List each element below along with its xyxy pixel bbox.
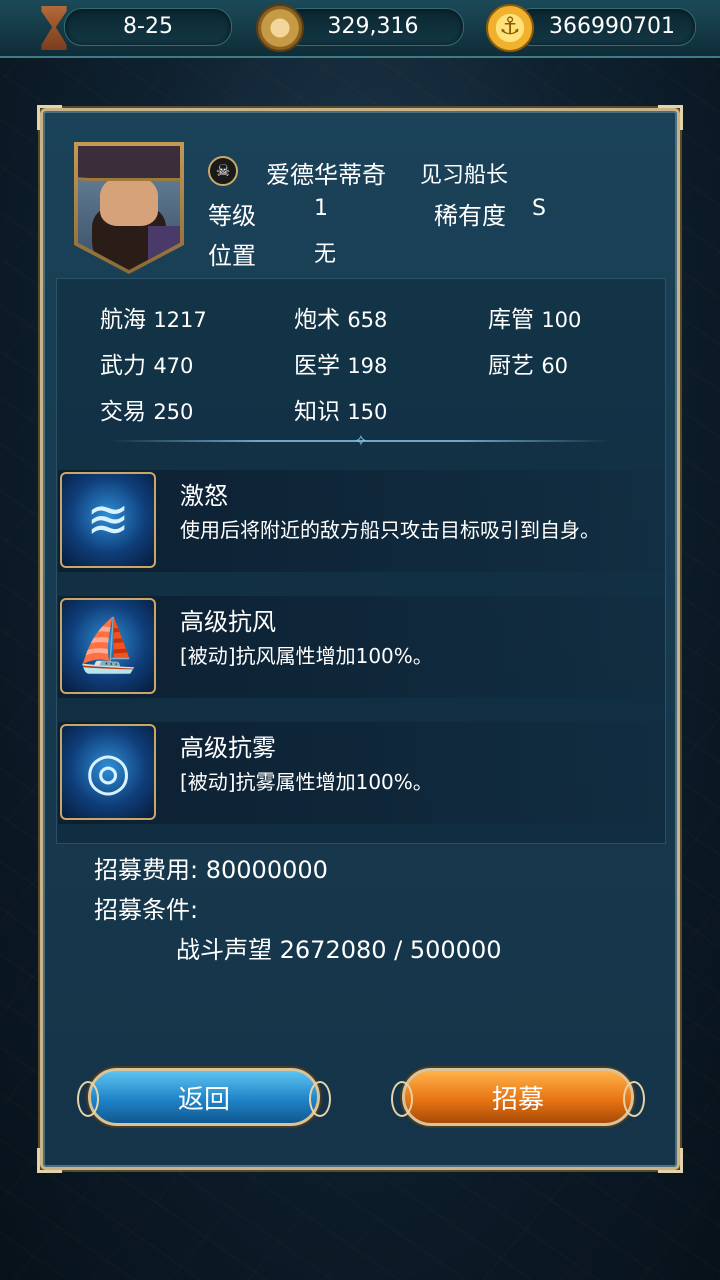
skill-name: 高级抗风 <box>180 608 276 636</box>
stat-label: 炮术 <box>294 307 340 333</box>
button-wing-ornament <box>623 1081 645 1117</box>
day-value: 8-25 <box>123 14 173 39</box>
anchor-coin-icon[interactable]: ⚓ <box>486 4 534 52</box>
skill-glyph: ⛵ <box>75 616 141 676</box>
gold-value: 366990701 <box>549 14 675 39</box>
stat-storage: 库管 100 <box>488 300 581 334</box>
button-wing-ornament <box>391 1081 413 1117</box>
stat-label: 库管 <box>488 307 534 333</box>
recruit-button[interactable]: 招募 <box>391 1068 645 1126</box>
stat-value: 1217 <box>153 308 207 332</box>
recruit-button-label: 招募 <box>491 1085 544 1115</box>
skill-description: 使用后将附近的敌方船只攻击目标吸引到自身。 <box>180 518 600 542</box>
recruit-requirement: 战斗声望 2672080 / 500000 <box>176 930 502 965</box>
portrait-hat <box>78 146 180 181</box>
recruit-cost-label: 招募费用: <box>94 856 199 884</box>
button-wing-ornament <box>77 1081 99 1117</box>
stat-value: 100 <box>541 308 582 332</box>
requirement-value: 2672080 / 500000 <box>279 936 502 964</box>
skill-row[interactable]: ≋ 激怒 使用后将附近的敌方船只攻击目标吸引到自身。 <box>58 470 664 572</box>
stat-cooking: 厨艺 60 <box>488 346 568 380</box>
stat-value: 470 <box>153 354 194 378</box>
skill-glyph: ◎ <box>85 742 131 802</box>
recruit-cost-value: 80000000 <box>205 856 328 884</box>
stat-value: 658 <box>347 308 388 332</box>
frame-corner <box>658 105 683 130</box>
compass-value: 329,316 <box>327 14 419 39</box>
button-wing-ornament <box>309 1081 331 1117</box>
stat-navigation: 航海 1217 <box>100 300 207 334</box>
fog-lantern-icon[interactable]: ◎ <box>60 724 156 820</box>
stat-force: 武力 470 <box>100 346 193 380</box>
captain-portrait <box>74 142 184 274</box>
gold-display: 366990701 <box>514 8 696 46</box>
sail-wind-icon[interactable]: ⛵ <box>60 598 156 694</box>
skill-glyph: ≋ <box>86 490 130 550</box>
compass-display: 329,316 <box>282 8 464 46</box>
skill-row[interactable]: ⛵ 高级抗风 [被动]抗风属性增加100%。 <box>58 596 664 698</box>
resource-bar: 8-25 329,316 366990701 ⚓ <box>0 0 720 58</box>
recruit-cost: 招募费用: 80000000 <box>94 850 328 885</box>
rarity-value: S <box>532 196 546 221</box>
stat-medicine: 医学 198 <box>294 346 387 380</box>
frame-corner <box>37 105 62 130</box>
frame-corner <box>658 1148 683 1173</box>
requirement-label: 战斗声望 <box>176 936 272 964</box>
compass-icon[interactable] <box>256 4 304 52</box>
skill-row[interactable]: ◎ 高级抗雾 [被动]抗雾属性增加100%。 <box>58 722 664 824</box>
portrait-face <box>100 176 158 226</box>
rarity-label: 稀有度 <box>434 202 506 230</box>
stat-value: 150 <box>347 400 388 424</box>
skill-description: [被动]抗风属性增加100%。 <box>180 644 433 668</box>
wave-ships-icon[interactable]: ≋ <box>60 472 156 568</box>
back-button-label: 返回 <box>177 1085 230 1115</box>
skill-description: [被动]抗雾属性增加100%。 <box>180 770 433 794</box>
stat-value: 60 <box>541 354 569 378</box>
stat-value: 250 <box>153 400 194 424</box>
stat-gunnery: 炮术 658 <box>294 300 387 334</box>
captain-name: 爱德华蒂奇 <box>266 161 386 189</box>
position-label: 位置 <box>208 242 256 270</box>
stat-knowledge: 知识 150 <box>294 392 387 426</box>
divider-ornament-icon: ✧ <box>354 431 368 450</box>
stat-label: 知识 <box>294 399 340 425</box>
stat-label: 航海 <box>100 307 146 333</box>
skill-name: 高级抗雾 <box>180 734 276 762</box>
captain-rank: 见习船长 <box>420 163 509 188</box>
stat-label: 医学 <box>294 353 340 379</box>
stat-label: 武力 <box>100 353 146 379</box>
stat-trade: 交易 250 <box>100 392 193 426</box>
level-value: 1 <box>314 196 328 221</box>
stat-value: 198 <box>347 354 388 378</box>
back-button[interactable]: 返回 <box>77 1068 331 1126</box>
skill-name: 激怒 <box>180 482 228 510</box>
position-value: 无 <box>314 242 337 267</box>
recruit-condition-label: 招募条件: <box>94 896 199 924</box>
frame-corner <box>37 1148 62 1173</box>
stat-label: 厨艺 <box>488 353 534 379</box>
day-display: 8-25 <box>64 8 232 46</box>
pirate-skull-icon: ☠ <box>208 156 238 186</box>
stat-label: 交易 <box>100 399 146 425</box>
level-label: 等级 <box>208 202 256 230</box>
